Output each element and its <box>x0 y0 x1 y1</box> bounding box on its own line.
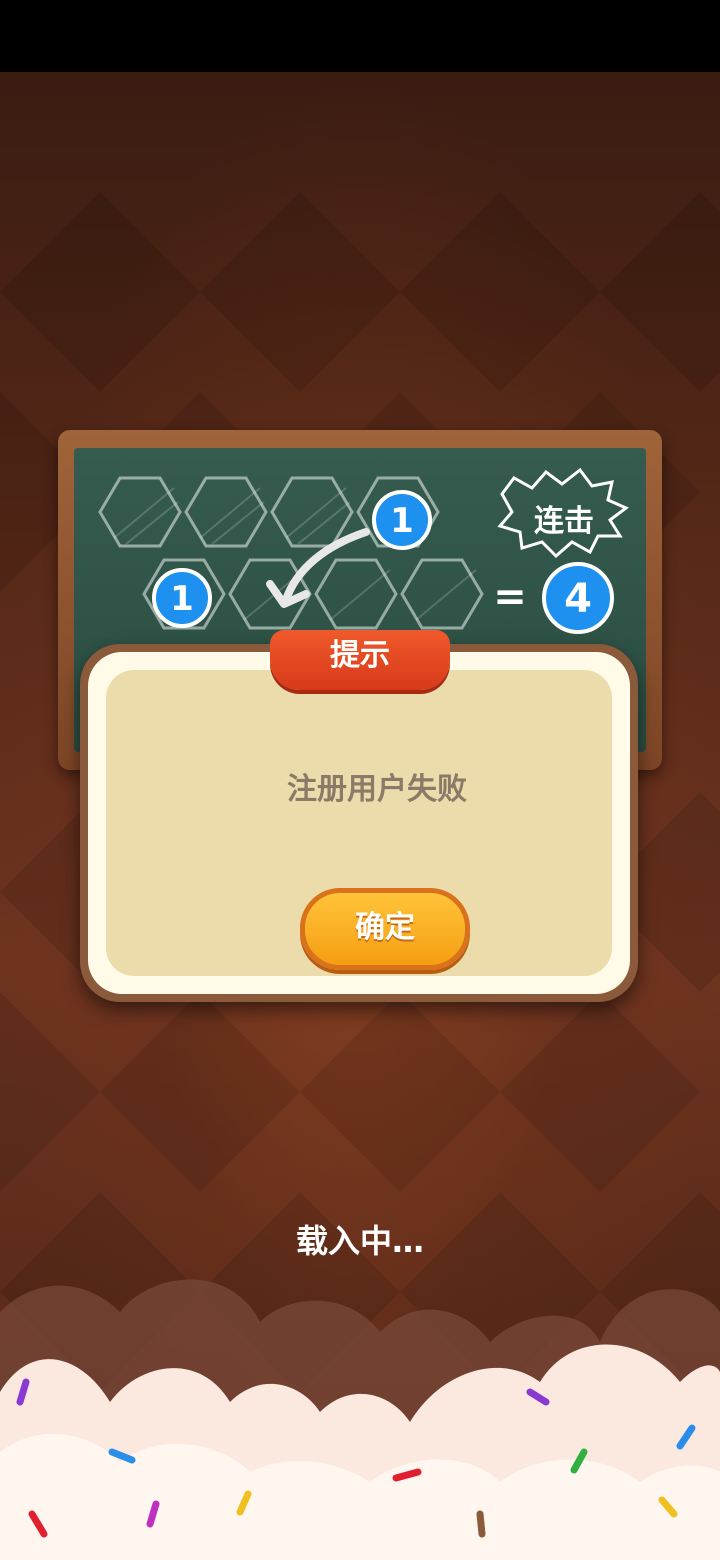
equals-sign: = <box>493 574 527 620</box>
arrow-icon <box>282 528 370 604</box>
status-bar <box>0 0 720 72</box>
dialog-title-tab: 提示 <box>270 630 450 690</box>
dialog-body: 注册用户失败 确定 <box>106 670 612 976</box>
dialog-message: 注册用户失败 <box>287 772 467 807</box>
hex-tile <box>400 558 484 630</box>
moving-tile-number: 1 <box>390 501 414 541</box>
dialog-title: 提示 <box>330 638 390 673</box>
hex-tile <box>270 476 354 548</box>
alert-dialog: 注册用户失败 确定 提示 <box>80 630 638 1002</box>
target-tile-number: 1 <box>170 579 194 619</box>
frosting-decoration <box>0 1279 720 1560</box>
dialog-frame: 注册用户失败 确定 <box>88 652 630 994</box>
confirm-button-label: 确定 <box>355 910 415 945</box>
combo-label: 连击 <box>534 504 594 539</box>
confirm-button[interactable]: 确定 <box>300 888 470 970</box>
game-screen: 1 1 = 4 连击 注册用户失败 确定 提示 载入中… <box>0 72 720 1560</box>
hex-tile <box>314 558 398 630</box>
hex-tile <box>98 476 182 548</box>
combo-count: 4 <box>564 576 592 622</box>
hex-tile <box>184 476 268 548</box>
